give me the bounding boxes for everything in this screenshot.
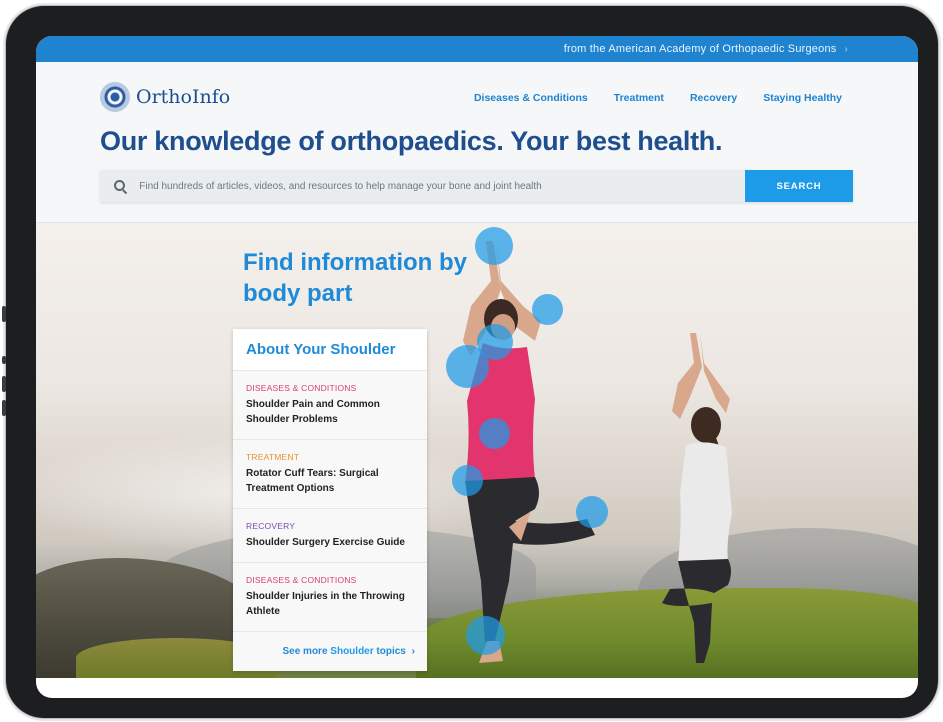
main-nav: Diseases & Conditions Treatment Recovery… [474, 92, 842, 104]
topic-category: TREATMENT [246, 452, 300, 462]
topic-title[interactable]: Shoulder Pain and Common Shoulder Proble… [246, 397, 415, 427]
see-more-link[interactable]: See more Shoulder topics › [233, 632, 427, 671]
search-button[interactable]: SEARCH [745, 170, 853, 202]
hero-title: Find information by body part [243, 249, 467, 307]
aaos-banner[interactable]: from the American Academy of Orthopaedic… [36, 36, 918, 62]
side-button [2, 400, 6, 416]
body-part-spine[interactable] [479, 418, 510, 449]
nav-treatment[interactable]: Treatment [614, 92, 664, 104]
page-headline: Our knowledge of orthopaedics. Your best… [100, 126, 723, 156]
body-part-hip[interactable] [452, 465, 483, 496]
topic-card[interactable]: DISEASES & CONDITIONS Shoulder Pain and … [233, 371, 427, 440]
nav-diseases-conditions[interactable]: Diseases & Conditions [474, 92, 588, 104]
site-header: OrthoInfo Diseases & Conditions Treatmen… [36, 62, 918, 223]
nav-staying-healthy[interactable]: Staying Healthy [763, 92, 842, 104]
topic-card[interactable]: RECOVERY Shoulder Surgery Exercise Guide [233, 509, 427, 563]
topic-title[interactable]: Shoulder Surgery Exercise Guide [246, 535, 415, 550]
topic-title[interactable]: Shoulder Injuries in the Throwing Athlet… [246, 589, 415, 619]
body-part-knee[interactable] [576, 496, 608, 528]
chevron-right-icon: › [844, 43, 848, 55]
search-input[interactable] [137, 179, 745, 193]
topic-category: DISEASES & CONDITIONS [246, 575, 357, 585]
brand-name: OrthoInfo [136, 86, 231, 108]
screen: from the American Academy of Orthopaedic… [36, 36, 918, 698]
search-field[interactable] [100, 170, 745, 202]
see-more-prefix: See more [282, 646, 331, 657]
search-bar: SEARCH [100, 170, 853, 202]
logo-icon [100, 82, 130, 112]
search-icon [114, 180, 126, 192]
topic-category: RECOVERY [246, 521, 296, 531]
side-button [2, 356, 6, 364]
see-more-highlight: Shoulder [330, 646, 374, 657]
chevron-right-icon: › [411, 646, 415, 657]
topics-panel-title: About Your Shoulder [233, 329, 427, 371]
side-button [2, 306, 6, 322]
body-part-shoulder[interactable] [446, 345, 489, 388]
topics-panel: About Your Shoulder DISEASES & CONDITION… [233, 329, 427, 671]
hero-body-part: Find information by body part About Your… [36, 223, 918, 678]
side-button [2, 376, 6, 392]
body-part-foot[interactable] [466, 616, 505, 655]
girl-yoga-figure [662, 333, 732, 663]
see-more-suffix: topics [373, 646, 406, 657]
topic-category: DISEASES & CONDITIONS [246, 383, 357, 393]
nav-recovery[interactable]: Recovery [690, 92, 737, 104]
body-part-hand[interactable] [475, 227, 513, 265]
aaos-banner-text[interactable]: from the American Academy of Orthopaedic… [564, 43, 837, 55]
body-part-elbow[interactable] [532, 294, 563, 325]
topic-card[interactable]: TREATMENT Rotator Cuff Tears: Surgical T… [233, 440, 427, 509]
topic-card[interactable]: DISEASES & CONDITIONS Shoulder Injuries … [233, 563, 427, 632]
site-logo[interactable]: OrthoInfo [100, 82, 230, 112]
topic-title[interactable]: Rotator Cuff Tears: Surgical Treatment O… [246, 466, 415, 496]
tablet-frame: from the American Academy of Orthopaedic… [2, 6, 938, 718]
